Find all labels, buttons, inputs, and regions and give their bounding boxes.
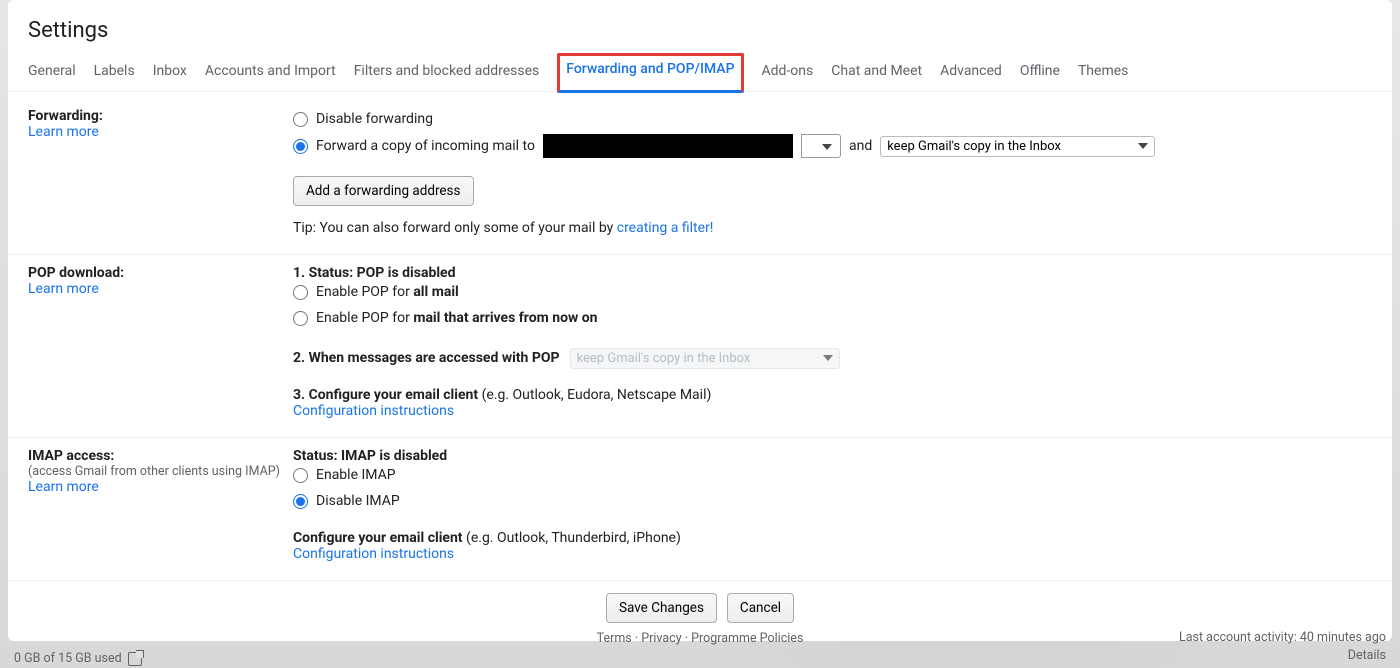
forwarding-address-redacted — [543, 134, 793, 158]
imap-disable-radio[interactable] — [293, 494, 308, 509]
cancel-button[interactable]: Cancel — [727, 593, 794, 623]
disable-forwarding-label: Disable forwarding — [316, 108, 433, 130]
tab-chat[interactable]: Chat and Meet — [831, 53, 922, 91]
imap-configure: Configure your email client (e.g. Outloo… — [293, 530, 1372, 546]
pop-config-instructions-link[interactable]: Configuration instructions — [293, 403, 454, 419]
pop-status: 1. Status: POP is disabled — [293, 265, 1372, 281]
pop-action-select: keep Gmail's copy in the Inbox — [570, 348, 840, 369]
imap-learn-more-link[interactable]: Learn more — [28, 479, 99, 495]
forwarding-tip: Tip: You can also forward only some of y… — [293, 220, 1372, 236]
settings-panel: Settings General Labels Inbox Accounts a… — [8, 0, 1392, 641]
pop-configure: 3. Configure your email client (e.g. Out… — [293, 387, 1372, 403]
disable-forwarding-radio[interactable] — [293, 112, 308, 127]
tab-accounts[interactable]: Accounts and Import — [205, 53, 336, 91]
tab-forwarding[interactable]: Forwarding and POP/IMAP — [557, 53, 743, 93]
imap-heading: IMAP access: — [28, 448, 293, 464]
pop-when-label: 2. When messages are accessed with POP — [293, 347, 560, 369]
imap-enable-radio[interactable] — [293, 468, 308, 483]
page-title: Settings — [8, 0, 1392, 53]
tab-offline[interactable]: Offline — [1020, 53, 1060, 91]
terms-link[interactable]: Terms — [597, 631, 632, 646]
enable-forwarding-radio[interactable] — [293, 139, 308, 154]
tab-advanced[interactable]: Advanced — [940, 53, 1002, 91]
pop-enable-now-radio[interactable] — [293, 311, 308, 326]
pop-enable-all-radio[interactable] — [293, 285, 308, 300]
storage-usage[interactable]: 0 GB of 15 GB used — [14, 651, 142, 666]
save-changes-button[interactable]: Save Changes — [606, 593, 717, 623]
forward-copy-label: Forward a copy of incoming mail to — [316, 135, 535, 157]
footer-links: Terms · Privacy · Programme Policies — [597, 631, 804, 646]
pop-learn-more-link[interactable]: Learn more — [28, 281, 99, 297]
forwarding-address-select[interactable] — [801, 134, 841, 158]
imap-section: IMAP access: (access Gmail from other cl… — [8, 438, 1392, 581]
forwarding-heading: Forwarding: — [28, 108, 293, 124]
details-link[interactable]: Details — [1348, 648, 1386, 663]
privacy-link[interactable]: Privacy — [641, 631, 681, 646]
forwarding-section: Forwarding: Learn more Disable forwardin… — [8, 98, 1392, 255]
forwarding-action-select[interactable]: keep Gmail's copy in the Inbox — [880, 136, 1155, 157]
footer: 0 GB of 15 GB used Terms · Privacy · Pro… — [0, 625, 1400, 668]
imap-subtext: (access Gmail from other clients using I… — [28, 464, 293, 479]
tab-labels[interactable]: Labels — [94, 53, 135, 91]
tab-filters[interactable]: Filters and blocked addresses — [354, 53, 540, 91]
account-activity-text: Last account activity: 40 minutes ago — [1179, 629, 1386, 648]
and-text: and — [849, 135, 872, 157]
imap-disable-label: Disable IMAP — [316, 490, 400, 512]
tab-inbox[interactable]: Inbox — [153, 53, 187, 91]
tab-themes[interactable]: Themes — [1078, 53, 1128, 91]
programme-policies-link[interactable]: Programme Policies — [691, 631, 803, 646]
pop-section: POP download: Learn more 1. Status: POP … — [8, 255, 1392, 438]
creating-filter-link[interactable]: creating a filter! — [617, 220, 714, 236]
pop-heading: POP download: — [28, 265, 293, 281]
imap-status: Status: IMAP is disabled — [293, 448, 1372, 464]
settings-tabs: General Labels Inbox Accounts and Import… — [8, 53, 1392, 92]
imap-config-instructions-link[interactable]: Configuration instructions — [293, 546, 454, 562]
imap-enable-label: Enable IMAP — [316, 464, 396, 486]
forwarding-learn-more-link[interactable]: Learn more — [28, 124, 99, 140]
tab-addons[interactable]: Add-ons — [762, 53, 814, 91]
add-forwarding-address-button[interactable]: Add a forwarding address — [293, 176, 474, 206]
external-link-icon — [128, 652, 142, 666]
tab-general[interactable]: General — [28, 53, 76, 91]
